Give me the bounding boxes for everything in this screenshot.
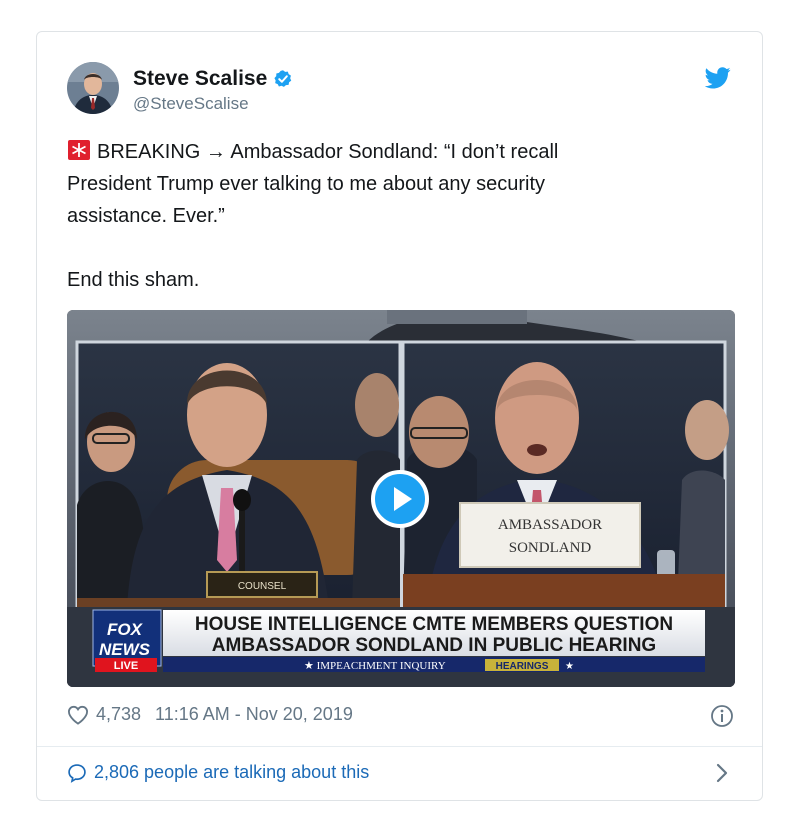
twitter-bird-icon[interactable] <box>705 67 731 89</box>
tweet-line-2: President Trump ever talking to me about… <box>67 173 546 195</box>
author-name-row[interactable]: Steve Scalise <box>133 67 293 91</box>
author-handle[interactable]: @SteveScalise <box>133 94 249 114</box>
nameplate-line-1: AMBASSADOR <box>498 517 602 533</box>
video-player[interactable]: COUNSEL AMBASSADOR SONDLAND FOX NEWS LIV… <box>67 310 735 687</box>
ticker-badge: HEARINGS <box>496 661 549 672</box>
heart-icon[interactable] <box>67 705 89 725</box>
tweet-text: BREAKING → Ambassador Sondland: “I don’t… <box>67 136 707 296</box>
fox-logo-live: LIVE <box>114 660 138 672</box>
verified-badge-icon <box>274 70 292 87</box>
tweet-line-1-text: BREAKING → Ambassador Sondland: “I don’t… <box>97 141 559 163</box>
divider <box>37 746 762 747</box>
rotating-light-icon <box>68 140 90 160</box>
fox-logo-line-1: FOX <box>107 620 144 639</box>
headline-line-1: HOUSE INTELLIGENCE CMTE MEMBERS QUESTION <box>195 614 673 635</box>
avatar[interactable] <box>67 62 119 114</box>
conversation-link[interactable]: 2,806 people are talking about this <box>67 762 369 783</box>
timestamp[interactable]: 11:16 AM - Nov 20, 2019 <box>155 704 353 725</box>
tweet-line-3: assistance. Ever.” <box>67 205 225 227</box>
speech-bubble-icon <box>68 763 86 783</box>
info-icon[interactable] <box>710 704 734 728</box>
left-video-panel: COUNSEL <box>75 340 402 609</box>
tweet-line-1: BREAKING → Ambassador Sondland: “I don’t… <box>67 136 707 168</box>
fox-logo-line-2: NEWS <box>99 640 151 659</box>
chevron-right-icon[interactable] <box>716 763 728 783</box>
conversation-link-text[interactable]: 2,806 people are talking about this <box>94 762 369 783</box>
ticker-star: ★ <box>565 661 574 672</box>
counsel-plate: COUNSEL <box>238 581 287 592</box>
ticker-label: ★ IMPEACHMENT INQUIRY <box>304 660 446 672</box>
tweet-meta: 4,738 11:16 AM - Nov 20, 2019 <box>67 704 353 725</box>
news-lower-third: FOX NEWS LIVE HOUSE INTELLIGENCE CMTE ME… <box>67 607 735 687</box>
embedded-tweet-card[interactable]: Steve Scalise @SteveScalise BREAKING → A… <box>36 31 763 801</box>
author-name[interactable]: Steve Scalise <box>133 67 267 91</box>
nameplate-line-2: SONDLAND <box>509 540 592 556</box>
play-icon[interactable] <box>371 470 429 528</box>
like-count[interactable]: 4,738 <box>96 704 141 725</box>
headline-line-2: AMBASSADOR SONDLAND IN PUBLIC HEARING <box>212 635 656 656</box>
right-video-panel: AMBASSADOR SONDLAND <box>401 340 729 609</box>
tweet-line-4: End this sham. <box>67 269 200 291</box>
